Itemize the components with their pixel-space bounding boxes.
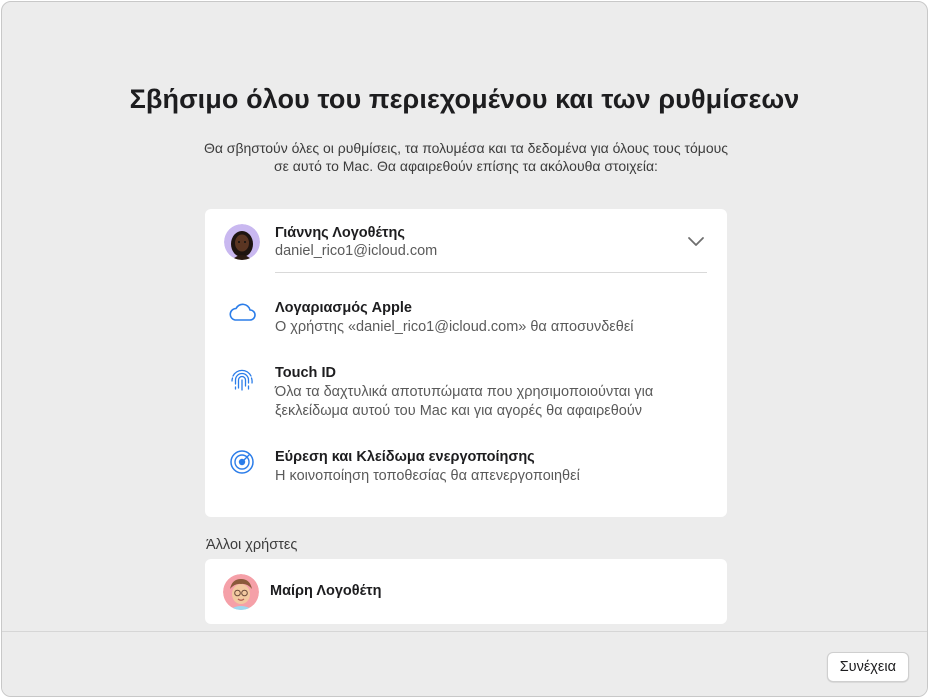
other-user-avatar (223, 574, 259, 610)
other-user-name: Μαίρη Λογοθέτη (270, 583, 382, 599)
description-text: Θα σβηστούν όλες οι ρυθμίσεις, τα πολυμέ… (203, 140, 729, 174)
item-subtitle-touch-id-line1: Όλα τα δαχτυλικά αποτυπώματα που χρησιμο… (275, 384, 654, 400)
item-title-apple-account: Λογαριασμός Apple (275, 300, 412, 316)
erase-assistant-window: Σβήσιμο όλου του περιεχομένου και των ρυ… (1, 1, 928, 697)
other-users-label: Άλλοι χρήστες (206, 537, 298, 553)
item-subtitle-touch-id-line2: ξεκλείδωμα αυτού του Mac και για αγορές … (275, 403, 643, 419)
footer-bar: Συνέχεια (2, 631, 927, 696)
user-avatar (224, 224, 260, 260)
fingerprint-icon (231, 369, 253, 391)
item-subtitle-find-my: Η κοινοποίηση τοποθεσίας θα απενεργοποιη… (275, 468, 580, 484)
continue-button[interactable]: Συνέχεια (826, 652, 909, 682)
item-title-find-my: Εύρεση και Κλείδωμα ενεργοποίησης (275, 449, 535, 465)
cloud-icon (229, 303, 256, 321)
item-title-touch-id: Touch ID (275, 365, 336, 381)
divider (275, 272, 707, 273)
find-my-icon (230, 450, 254, 474)
user-email: daniel_rico1@icloud.com (275, 243, 438, 259)
item-subtitle-apple-account: Ο χρήστης «daniel_rico1@icloud.com» θα α… (275, 319, 634, 335)
user-name: Γιάννης Λογοθέτης (275, 225, 405, 241)
items-card: Γιάννης Λογοθέτης daniel_rico1@icloud.co… (205, 209, 727, 517)
page-title: Σβήσιμο όλου του περιεχομένου και των ρυ… (129, 84, 800, 114)
chevron-down-icon[interactable] (687, 235, 705, 247)
other-user-row: Μαίρη Λογοθέτη (205, 559, 727, 624)
